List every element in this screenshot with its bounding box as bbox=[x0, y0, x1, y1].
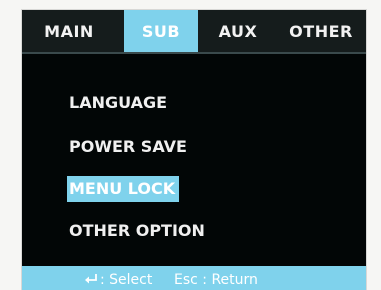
status-bar: : Select Esc : Return bbox=[22, 266, 366, 290]
tab-main[interactable]: MAIN bbox=[26, 10, 112, 52]
lcd-screen: MAIN SUB AUX OTHER LANGUAGE POWER SAVE M… bbox=[22, 10, 366, 290]
tab-bar: MAIN SUB AUX OTHER bbox=[22, 10, 366, 54]
menu-item-language[interactable]: LANGUAGE bbox=[67, 90, 171, 116]
tab-other[interactable]: OTHER bbox=[278, 10, 364, 52]
sub-menu-list: LANGUAGE POWER SAVE MENU LOCK OTHER OPTI… bbox=[22, 54, 366, 266]
tab-sub[interactable]: SUB bbox=[124, 10, 198, 52]
select-hint-label: : Select bbox=[100, 272, 153, 288]
select-hint: : Select bbox=[84, 269, 152, 290]
device-bezel: MAIN SUB AUX OTHER LANGUAGE POWER SAVE M… bbox=[0, 0, 381, 290]
enter-arrow-icon bbox=[85, 274, 97, 284]
tab-aux[interactable]: AUX bbox=[200, 10, 276, 52]
menu-item-other-option[interactable]: OTHER OPTION bbox=[67, 218, 209, 244]
menu-item-menu-lock[interactable]: MENU LOCK bbox=[67, 176, 180, 202]
return-hint: Esc : Return bbox=[174, 272, 258, 288]
menu-item-power-save[interactable]: POWER SAVE bbox=[67, 134, 191, 160]
